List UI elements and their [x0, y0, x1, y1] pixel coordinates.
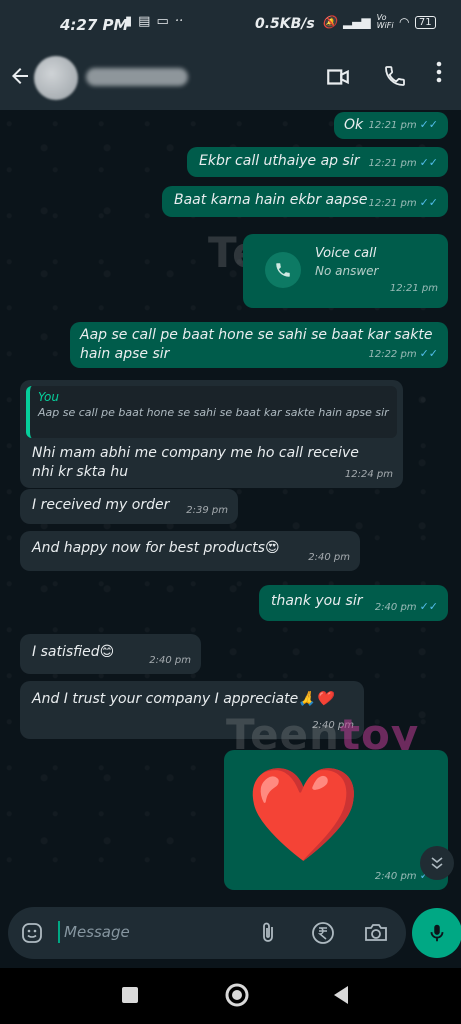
- read-tick-icon: ✓✓: [419, 156, 438, 169]
- scroll-down-icon[interactable]: [420, 846, 454, 880]
- emoji-icon[interactable]: [20, 921, 44, 949]
- status-time: 4:27 PM: [60, 16, 129, 34]
- sim-icon: ▭: [156, 14, 169, 29]
- heart-sticker: ❤️: [246, 761, 361, 868]
- message-bubble-incoming[interactable]: You Aap se call pe baat hone se sahi se …: [20, 380, 403, 488]
- message-meta: 12:24 pm: [344, 469, 393, 480]
- message-bubble-incoming[interactable]: And happy now for best products😍 2:40 pm: [20, 531, 360, 571]
- camera-icon[interactable]: [363, 920, 389, 950]
- nav-home-icon[interactable]: [224, 982, 250, 1012]
- rupee-icon[interactable]: [310, 920, 336, 950]
- status-system-icons: 🔕 ▂▄▆ Vo WiFi ◠ 71: [322, 14, 436, 30]
- message-meta: 12:21 pm ✓✓: [368, 156, 438, 169]
- nav-recents-icon[interactable]: [121, 986, 139, 1008]
- call-status: No answer: [315, 264, 379, 278]
- message-text: I received my order: [32, 497, 170, 513]
- message-bubble-incoming[interactable]: I satisfied😊 2:40 pm: [20, 634, 201, 674]
- status-notification-icons: ▮ ▤ ▭ ··: [125, 14, 183, 29]
- avatar[interactable]: [34, 56, 78, 100]
- message-bubble-outgoing[interactable]: Baat karna hain ekbr aapse 12:21 pm ✓✓: [162, 186, 448, 217]
- message-text: Ok: [344, 117, 364, 133]
- voice-call-bubble[interactable]: Voice call No answer 12:21 pm: [243, 234, 448, 308]
- mute-icon: 🔕: [322, 15, 337, 29]
- message-input[interactable]: Message: [64, 923, 130, 941]
- message-bubble-outgoing[interactable]: Ekbr call uthaiye ap sir 12:21 pm ✓✓: [187, 147, 448, 177]
- status-bar: 4:27 PM ▮ ▤ ▭ ·· 0.5KB/s 🔕 ▂▄▆ Vo WiFi ◠ …: [0, 0, 461, 48]
- composer-bar: Message: [0, 900, 461, 968]
- net-speed: 0.5KB/s: [255, 16, 315, 32]
- message-meta: 12:21 pm: [389, 283, 438, 294]
- quote-author: You: [38, 390, 59, 404]
- message-meta: 2:40 pm: [308, 552, 350, 563]
- attach-icon[interactable]: [256, 920, 280, 950]
- read-tick-icon: ✓✓: [419, 347, 438, 360]
- more-notifications-icon: ··: [174, 14, 184, 29]
- quote-text: Aap se call pe baat hone se sahi se baat…: [38, 406, 389, 419]
- call-title: Voice call: [315, 246, 377, 261]
- message-bubble-outgoing[interactable]: thank you sir 2:40 pm ✓✓: [259, 585, 448, 621]
- video-call-icon[interactable]: [325, 64, 351, 94]
- volte-icon: Vo WiFi: [376, 13, 394, 30]
- mic-icon[interactable]: [412, 908, 461, 958]
- missed-call-icon: [265, 252, 301, 288]
- chat-header: [0, 48, 461, 110]
- quoted-message[interactable]: You Aap se call pe baat hone se sahi se …: [26, 386, 397, 438]
- message-meta: 12:22 pm ✓✓: [368, 347, 438, 360]
- message-meta: 2:40 pm: [149, 655, 191, 666]
- message-text: Ekbr call uthaiye ap sir: [199, 153, 360, 169]
- message-text: Baat karna hain ekbr aapse: [174, 192, 368, 208]
- message-text: Nhi mam abhi me company me ho call recei…: [32, 445, 359, 480]
- message-text: And I trust your company I appreciate🙏❤️: [32, 691, 334, 707]
- signal-icon: ▂▄▆: [342, 15, 371, 29]
- message-meta: 2:39 pm: [186, 505, 228, 516]
- back-arrow-icon[interactable]: [8, 64, 32, 95]
- read-tick-icon: ✓✓: [419, 196, 438, 209]
- read-tick-icon: ✓✓: [419, 118, 438, 131]
- message-text: And happy now for best products😍: [32, 540, 280, 556]
- read-tick-icon: ✓✓: [419, 600, 438, 613]
- more-vert-icon[interactable]: [436, 60, 442, 90]
- battery-icon: 71: [414, 15, 436, 29]
- message-bubble-outgoing[interactable]: Ok 12:21 pm ✓✓: [334, 112, 448, 139]
- chat-area[interactable]: Teentoy Ok 12:21 pm✓✓ Ekbr call uthaiye …: [0, 110, 461, 900]
- phone-icon[interactable]: [383, 64, 407, 92]
- contact-name[interactable]: [86, 68, 188, 86]
- message-text: I satisfied😊: [32, 644, 115, 660]
- nav-back-icon[interactable]: [332, 985, 350, 1009]
- message-icon: ▤: [138, 14, 151, 29]
- message-bubble-incoming[interactable]: I received my order 2:39 pm: [20, 489, 238, 524]
- wifi-icon: ◠: [399, 15, 409, 29]
- message-meta: 12:21 pm ✓✓: [368, 118, 438, 131]
- message-meta: 12:21 pm ✓✓: [368, 196, 438, 209]
- text-cursor: [58, 921, 60, 943]
- system-nav-bar: [0, 968, 461, 1024]
- message-bubble-outgoing[interactable]: Aap se call pe baat hone se sahi se baat…: [70, 322, 448, 368]
- notification-icon: ▮: [125, 14, 133, 29]
- message-text: thank you sir: [271, 593, 363, 609]
- sticker-bubble[interactable]: ❤️ 2:40 pm✓✓: [224, 750, 448, 890]
- message-meta: 2:40 pm✓✓: [374, 600, 438, 613]
- message-input-box[interactable]: Message: [8, 907, 406, 959]
